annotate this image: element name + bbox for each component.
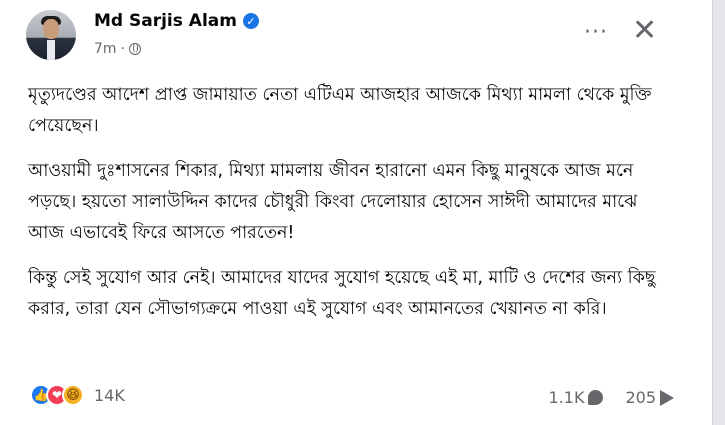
more-options-icon[interactable]: ··· (584, 22, 608, 44)
comment-stat[interactable]: 1.1K (549, 388, 604, 407)
post-card: Md Sarjis Alam ✓ 7m · ··· ✕ মৃত্যুদণ্ডের… (0, 0, 713, 425)
author-avatar[interactable] (26, 10, 76, 60)
close-icon[interactable]: ✕ (632, 16, 657, 46)
comment-count: 1.1K (548, 388, 585, 407)
haha-reaction-icon: 😆 (62, 384, 84, 406)
post-body: মৃত্যুদণ্ডের আদেশ প্রাপ্ত জামায়াত নেতা … (28, 80, 668, 339)
post-timestamp[interactable]: 7m (94, 41, 117, 57)
engagement-stats: 1.1K 205 (549, 388, 674, 407)
reaction-count[interactable]: 14K (94, 386, 125, 405)
comment-icon (588, 390, 604, 405)
author-name[interactable]: Md Sarjis Alam (94, 11, 237, 31)
share-stat[interactable]: 205 (625, 388, 674, 407)
post-paragraph: কিন্তু সেই সুযোগ আর নেই। আমাদের যাদের সু… (28, 268, 656, 319)
meta-separator: · (120, 41, 125, 57)
avatar-shirt (47, 40, 55, 60)
avatar-face (43, 19, 59, 39)
author-header: Md Sarjis Alam ✓ (94, 11, 259, 31)
post-paragraph: আওয়ামী দুঃশাসনের শিকার, মিথ্যা মামলায় … (28, 161, 638, 243)
share-icon (660, 389, 674, 406)
share-count: 205 (625, 388, 656, 407)
post-paragraph: মৃত্যুদণ্ডের আদেশ প্রাপ্ত জামায়াত নেতা … (28, 85, 652, 136)
post-meta: 7m · (94, 41, 141, 57)
globe-icon[interactable] (129, 43, 141, 55)
reactions-summary[interactable]: 👍 ❤ 😆 14K (30, 384, 125, 406)
verified-badge-icon: ✓ (242, 13, 259, 29)
